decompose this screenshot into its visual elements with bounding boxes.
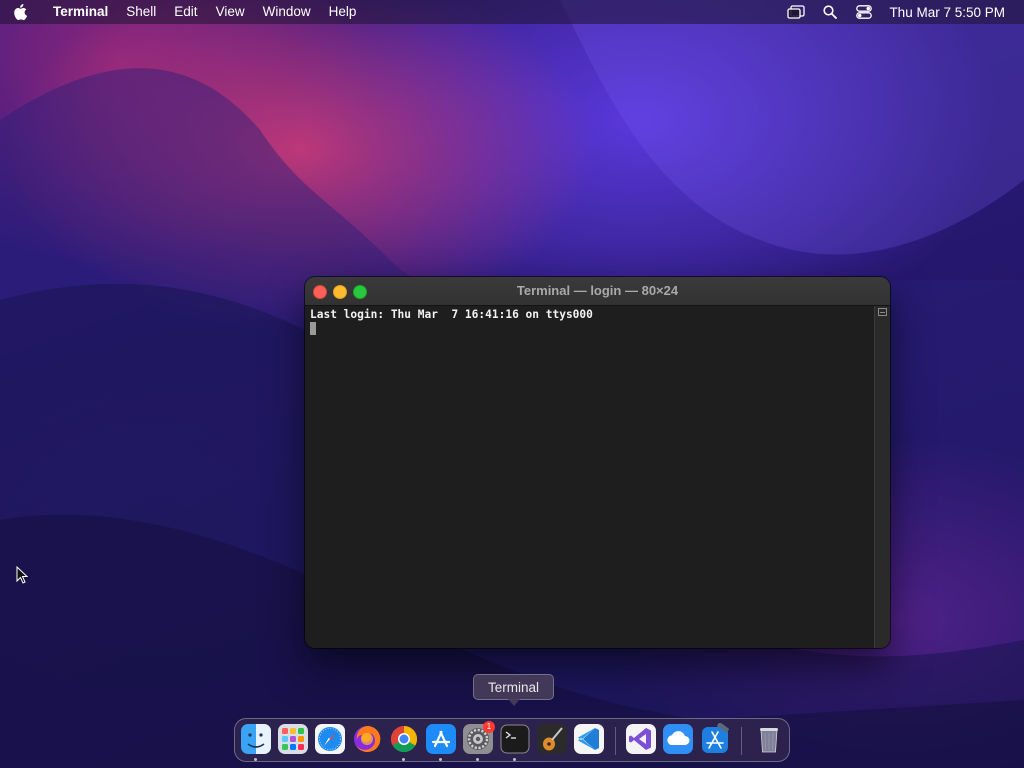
running-indicator <box>439 758 442 761</box>
menu-bar: Terminal Shell Edit View Window Help Thu… <box>0 0 1024 24</box>
running-indicator <box>513 758 516 761</box>
vertical-scrollbar[interactable] <box>874 306 890 648</box>
finder-icon[interactable] <box>240 723 272 755</box>
visual-studio-icon[interactable] <box>625 723 657 755</box>
xcode-icon[interactable] <box>699 722 731 755</box>
window-title: Terminal — login — 80×24 <box>516 283 679 298</box>
menu-shell[interactable]: Shell <box>117 0 165 24</box>
screen-mirroring-icon[interactable] <box>779 0 813 24</box>
running-indicator <box>254 758 257 761</box>
running-indicator <box>476 758 479 761</box>
window-titlebar[interactable]: Terminal — login — 80×24 <box>305 277 890 306</box>
split-pane-icon[interactable] <box>878 308 887 316</box>
menu-view[interactable]: View <box>207 0 254 24</box>
menu-bar-clock[interactable]: Thu Mar 7 5:50 PM <box>881 5 1024 20</box>
launchpad-icon[interactable] <box>277 723 309 755</box>
notification-badge: 1 <box>483 721 495 733</box>
dock-separator <box>615 727 616 755</box>
dock-tooltip: Terminal <box>473 674 554 706</box>
spotlight-search-icon[interactable] <box>813 0 847 24</box>
control-center-icon[interactable] <box>847 0 881 24</box>
apple-menu-icon[interactable] <box>0 0 40 24</box>
dock: 1 <box>234 718 790 762</box>
menu-app-name[interactable]: Terminal <box>40 0 117 24</box>
dock-separator <box>741 727 742 755</box>
menu-edit[interactable]: Edit <box>165 0 206 24</box>
menu-bar-status-area: Thu Mar 7 5:50 PM <box>779 0 1024 24</box>
terminal-output-line: Last login: Thu Mar 7 16:41:16 on ttys00… <box>310 308 593 321</box>
terminal-icon[interactable] <box>499 723 531 755</box>
chrome-icon[interactable] <box>388 723 420 755</box>
terminal-content[interactable]: Last login: Thu Mar 7 16:41:16 on ttys00… <box>305 306 875 648</box>
text-cursor <box>310 322 316 335</box>
garageband-icon[interactable] <box>536 723 568 755</box>
safari-icon[interactable] <box>314 723 346 755</box>
trash-icon[interactable] <box>753 723 785 755</box>
menu-help[interactable]: Help <box>320 0 366 24</box>
terminal-window[interactable]: Terminal — login — 80×24 Last login: Thu… <box>305 277 890 648</box>
mouse-pointer-icon <box>16 565 29 589</box>
menu-window[interactable]: Window <box>254 0 320 24</box>
firefox-icon[interactable] <box>351 723 383 755</box>
app-store-icon[interactable] <box>425 723 457 755</box>
running-indicator <box>402 758 405 761</box>
vscode-icon[interactable] <box>573 723 605 755</box>
cloud-app-icon[interactable] <box>662 723 694 755</box>
